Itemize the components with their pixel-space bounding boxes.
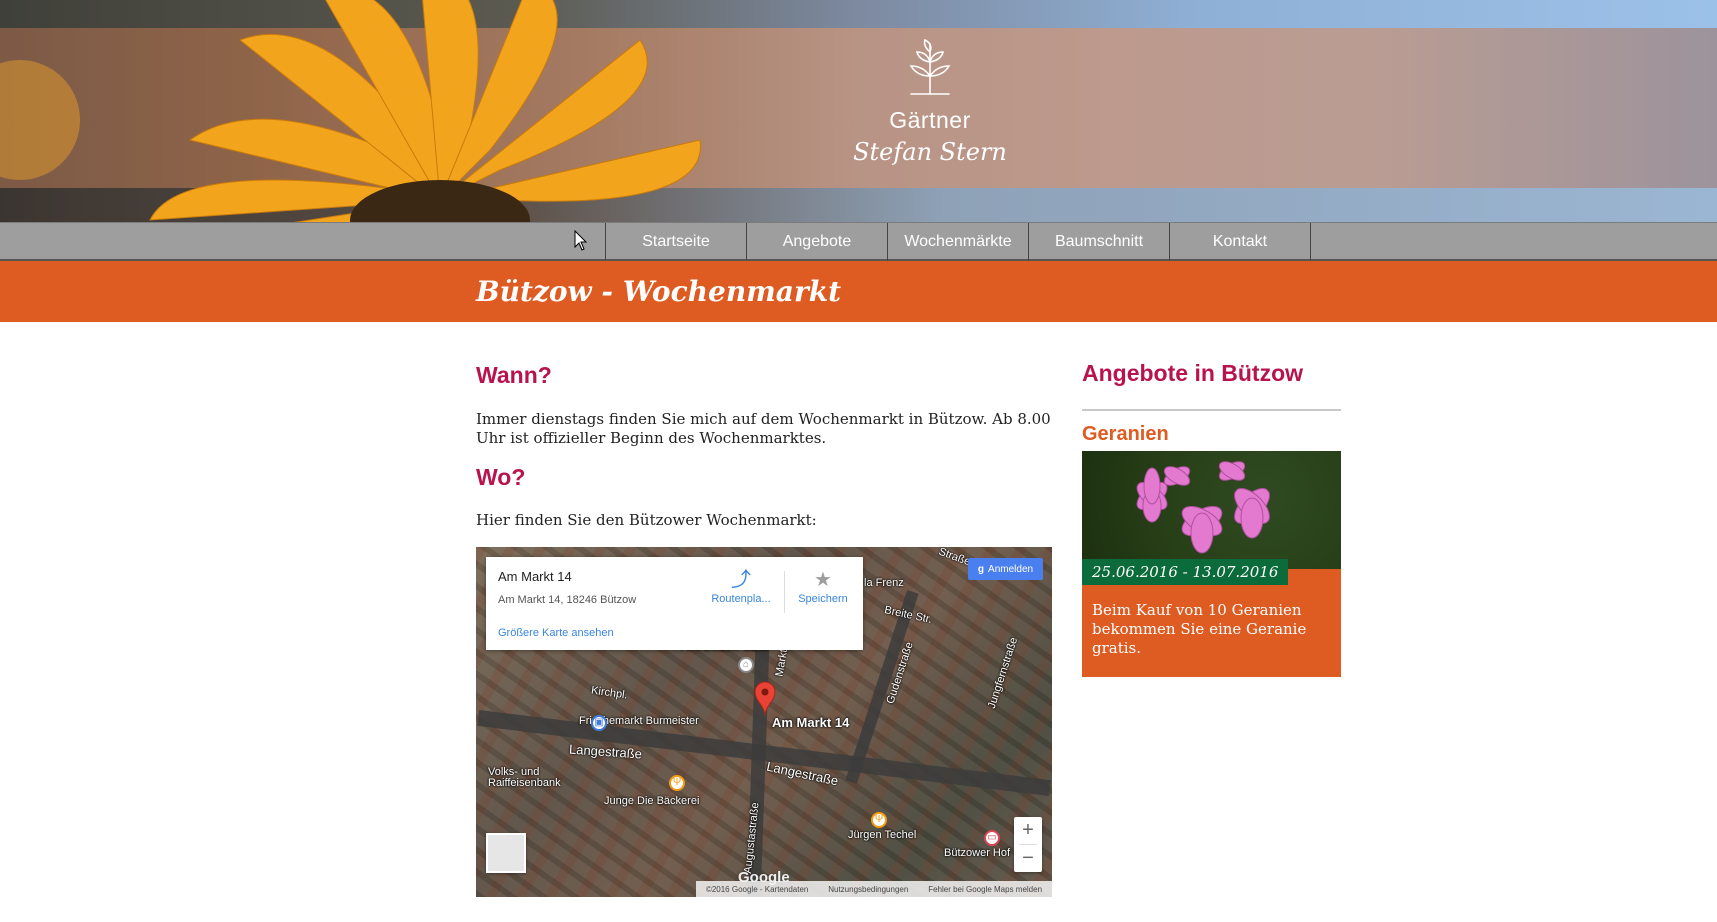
page-title-bar: Bützow - Wochenmarkt <box>0 261 1717 322</box>
map-label-butzower-hof: Bützower Hof <box>944 847 1011 859</box>
map-place-name: Am Markt 14 <box>498 569 572 584</box>
when-heading: Wann? <box>476 362 552 388</box>
offer-title[interactable]: Geranien <box>1082 423 1169 446</box>
when-text: Immer dienstags finden Sie mich auf dem … <box>476 410 1051 447</box>
map-place-address: Am Markt 14, 18246 Bützow <box>498 594 637 606</box>
main-navigation: Startseite Angebote Wochenmärkte Baumsch… <box>0 222 1717 261</box>
sidebar-heading: Angebote in Bützow <box>1082 360 1304 386</box>
save-label: Speichern <box>798 593 848 605</box>
google-g-icon: g <box>977 563 985 575</box>
geranium-image <box>1082 451 1341 569</box>
sunflower-image <box>0 0 701 222</box>
map-attribution-bar: ©2016 Google - Kartendaten Nutzungsbedin… <box>696 881 1052 897</box>
map-label-frenz: la Frenz <box>864 577 904 589</box>
map-type-toggle[interactable] <box>486 833 526 873</box>
nav-item-startseite[interactable]: Startseite <box>606 223 747 261</box>
mouse-cursor-icon <box>574 230 588 251</box>
map-label-kirchpl: Kirchpl. <box>590 684 629 702</box>
map-poi-shop-icon[interactable]: ▣ <box>591 715 607 731</box>
larger-map-link[interactable]: Größere Karte ansehen <box>498 627 614 639</box>
logo-title: Gärtner <box>889 107 971 133</box>
offer-date: 25.06.2016 - 13.07.2016 <box>1082 559 1289 585</box>
map-poi-museum-icon[interactable]: ⌂ <box>738 657 754 673</box>
nav-item-kontakt[interactable]: Kontakt <box>1170 223 1311 261</box>
map-place-card: Am Markt 14 Am Markt 14, 18246 Bützow Gr… <box>486 557 863 650</box>
zoom-controls: + − <box>1014 817 1042 872</box>
site-logo[interactable]: Gärtner Stefan Stern <box>810 38 1050 166</box>
map-label-markt: Markt <box>773 648 791 678</box>
page-title: Bützow - Wochenmarkt <box>476 275 842 308</box>
google-map[interactable]: la Frenz Breite Str. Straße Amt Bützow-L… <box>476 547 1052 897</box>
nav-item-wochenmaerkte[interactable]: Wochenmärkte <box>888 223 1029 261</box>
zoom-out-button[interactable]: − <box>1014 845 1042 872</box>
plant-logo-icon <box>909 38 951 95</box>
offer-text: Beim Kauf von 10 Geranien bekommen Sie e… <box>1092 601 1307 657</box>
nav-item-angebote[interactable]: Angebote <box>747 223 888 261</box>
report-error-link[interactable]: Fehler bei Google Maps melden <box>928 885 1042 894</box>
map-copyright: ©2016 Google - Kartendaten <box>705 884 809 894</box>
map-pin-label: Am Markt 14 <box>772 715 850 730</box>
where-heading: Wo? <box>476 464 526 490</box>
map-poi-restaurant-icon[interactable]: Ψ <box>669 775 685 791</box>
terms-link[interactable]: Nutzungsbedingungen <box>828 885 908 894</box>
where-text: Hier finden Sie den Bützower Wochenmarkt… <box>476 511 817 529</box>
map-label-jurgen: Jürgen Techel <box>848 829 917 841</box>
route-button[interactable]: ⤴ Routenpla... <box>706 567 776 605</box>
map-marker-pin-icon[interactable] <box>754 681 776 717</box>
map-label-volksbank: Volks- und Raiffeisenbank <box>488 766 561 789</box>
map-label-jungfernstrasse: Jungfernstraße <box>985 635 1021 711</box>
route-label: Routenpla... <box>711 593 771 605</box>
header-banner: Gärtner Stefan Stern <box>0 0 1717 222</box>
offers-sidebar: Angebote in Bützow Geranien 25.06.2016 -… <box>1082 360 1341 677</box>
signin-label: Anmelden <box>988 563 1034 575</box>
save-place-button[interactable]: ★ Speichern <box>788 567 858 605</box>
offer-card[interactable]: 25.06.2016 - 13.07.2016 Beim Kauf von 10… <box>1082 451 1341 677</box>
sidebar-divider <box>1082 409 1341 411</box>
directions-icon: ⤴ <box>731 569 751 591</box>
map-label-baeckerei: Junge Die Bäckerei <box>604 795 700 807</box>
map-poi-hotel-icon[interactable]: ▭ <box>984 830 1000 846</box>
zoom-in-button[interactable]: + <box>1014 817 1042 844</box>
geranium-flowers-image <box>1136 461 1270 554</box>
nav-item-baumschnitt[interactable]: Baumschnitt <box>1029 223 1170 261</box>
logo-name: Stefan Stern <box>853 138 1007 166</box>
star-icon: ★ <box>814 569 832 591</box>
divider <box>784 571 785 613</box>
google-signin-button[interactable]: g Anmelden <box>968 558 1043 580</box>
map-label-strasse-top: Straße <box>936 547 973 569</box>
map-poi-restaurant-icon[interactable]: Ψ <box>871 812 887 828</box>
